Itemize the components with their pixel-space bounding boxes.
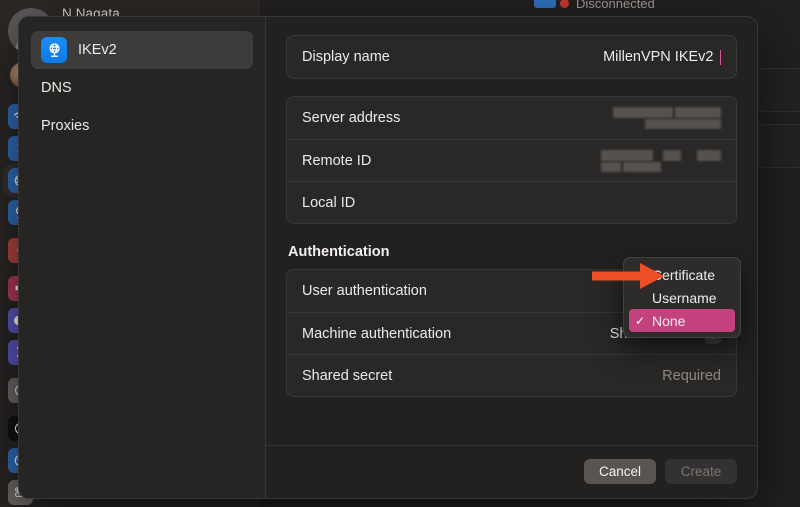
- menu-item-none[interactable]: ✓ None: [629, 309, 735, 332]
- checkmark-icon: ✓: [635, 313, 646, 328]
- row-display-name[interactable]: Display name MillenVPN IKEv2: [287, 36, 736, 78]
- status-dot: [560, 0, 569, 8]
- row-remote-id[interactable]: Remote ID: [287, 139, 736, 181]
- screen: N Nagata Disconnected IKEv2 DNS Proxies …: [0, 0, 800, 507]
- display-name-value[interactable]: MillenVPN IKEv2: [603, 49, 721, 65]
- local-id-label: Local ID: [302, 194, 356, 211]
- create-button: Create: [665, 459, 737, 484]
- server-address-label: Server address: [302, 110, 401, 126]
- display-name-label: Display name: [302, 49, 390, 65]
- sidebar-item-proxies[interactable]: Proxies: [31, 107, 253, 145]
- sidebar-item-label: Proxies: [41, 118, 90, 134]
- status-label: Disconnected: [576, 0, 655, 11]
- menu-item-label: None: [652, 312, 686, 329]
- sidebar-item-ikev2[interactable]: IKEv2: [31, 31, 253, 69]
- menu-item-label: Certificate: [652, 266, 716, 283]
- row-local-id[interactable]: Local ID: [287, 181, 736, 223]
- sidebar-item-dns[interactable]: DNS: [31, 69, 253, 107]
- remote-id-redacted-value[interactable]: [601, 148, 721, 174]
- connection-status: Disconnected: [560, 0, 655, 11]
- sidebar-item-label: DNS: [41, 80, 72, 96]
- menu-item-username[interactable]: Username: [629, 286, 735, 309]
- cancel-button[interactable]: Cancel: [583, 459, 656, 484]
- machine-authentication-label: Machine authentication: [302, 325, 452, 342]
- background-row-stub-1: [755, 68, 800, 112]
- sidebar-item-label: IKEv2: [78, 42, 117, 58]
- row-server-address[interactable]: Server address: [287, 97, 736, 139]
- remote-id-label: Remote ID: [302, 152, 372, 169]
- background-row-stub-2: [755, 124, 800, 168]
- text-cursor: [719, 49, 721, 65]
- sheet-footer: Cancel Create: [266, 445, 757, 498]
- vpn-list-icon: [534, 0, 556, 8]
- sheet-main: Display name MillenVPN IKEv2 Server addr…: [266, 17, 757, 498]
- shared-secret-placeholder[interactable]: Required: [662, 368, 721, 384]
- vpn-globe-icon: [41, 37, 67, 63]
- row-shared-secret[interactable]: Shared secret Required: [287, 354, 736, 396]
- server-group: Server address Remote ID Local ID: [286, 96, 737, 224]
- server-address-redacted-value[interactable]: [601, 105, 721, 131]
- display-name-group: Display name MillenVPN IKEv2: [286, 35, 737, 79]
- user-authentication-label: User authentication: [302, 283, 427, 299]
- vpn-configuration-sheet: IKEv2 DNS Proxies Display name MillenVPN…: [18, 16, 758, 499]
- user-authentication-menu: Certificate Username ✓ None: [623, 257, 741, 338]
- shared-secret-label: Shared secret: [302, 367, 393, 384]
- menu-item-label: Username: [652, 289, 717, 306]
- display-name-text: MillenVPN IKEv2: [603, 49, 714, 65]
- sheet-sidebar: IKEv2 DNS Proxies: [19, 17, 266, 498]
- menu-item-certificate[interactable]: Certificate: [629, 263, 735, 286]
